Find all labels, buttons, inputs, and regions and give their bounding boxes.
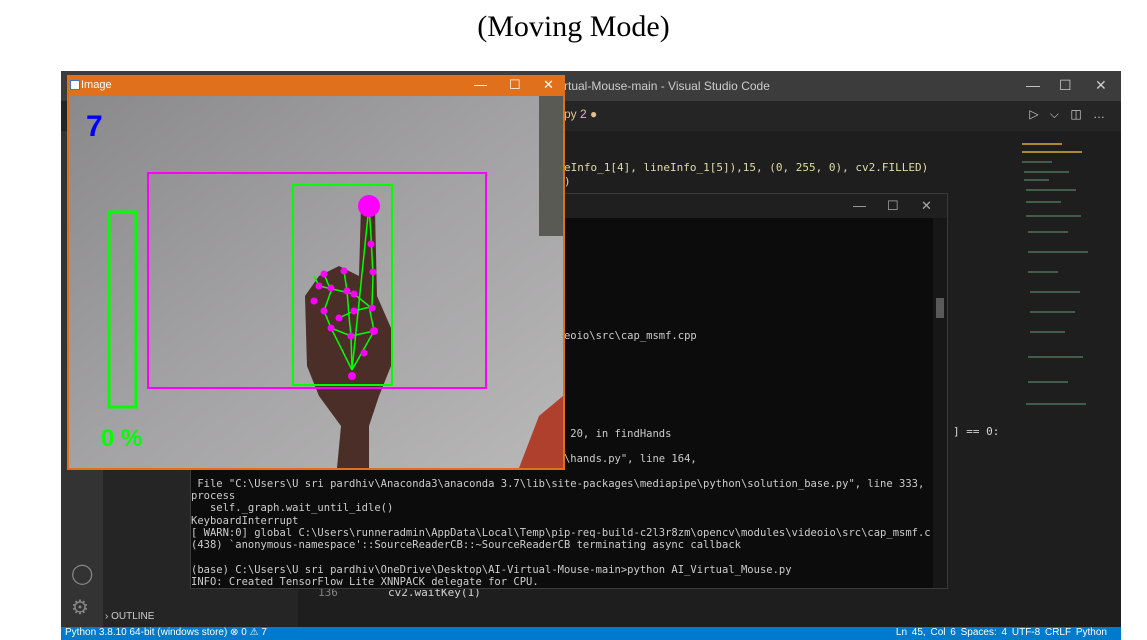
status-right[interactable]: Ln 45, Col 6 Spaces: 4 UTF-8 CRLF Python bbox=[896, 627, 1107, 638]
outline-section[interactable]: › OUTLINE bbox=[103, 611, 300, 627]
image-minimize-button[interactable]: — bbox=[474, 77, 487, 92]
camera-feed: 7 0 % bbox=[69, 96, 563, 468]
settings-gear-icon[interactable]: ⚙ bbox=[71, 595, 89, 620]
image-close-button[interactable]: ✕ bbox=[543, 77, 554, 93]
desktop-screenshot: rtual-Mouse-main - Visual Studio Code — … bbox=[61, 71, 1121, 640]
editor-actions-icons[interactable]: ▷ ⌵ ◫ … bbox=[1029, 107, 1109, 122]
terminal-line: INFO: Created TensorFlow Lite XNNPACK de… bbox=[191, 576, 539, 588]
terminal-line: self._graph.wait_until_idle() bbox=[191, 502, 394, 515]
terminal-minimize-button[interactable]: — bbox=[853, 198, 866, 213]
terminal-line: KeyboardInterrupt bbox=[191, 514, 299, 527]
vscode-minimize-button[interactable]: — bbox=[1026, 77, 1040, 93]
minimap[interactable] bbox=[1018, 131, 1098, 627]
window-icon bbox=[70, 80, 80, 90]
terminal-line: process bbox=[191, 489, 236, 502]
status-left[interactable]: Python 3.8.10 64-bit (windows store) ⊗ 0… bbox=[65, 627, 267, 638]
terminal-line: File "C:\Users\U sri pardhiv\Anaconda3\a… bbox=[191, 477, 931, 490]
volume-percent-label: 0 % bbox=[101, 425, 142, 452]
figure-caption: (Moving Mode) bbox=[477, 10, 670, 43]
account-icon[interactable]: ◯ bbox=[71, 561, 93, 586]
code-line: eInfo_1[4], lineInfo_1[5]),15, (0, 255, … bbox=[564, 161, 929, 174]
vscode-close-button[interactable]: ✕ bbox=[1095, 77, 1107, 94]
image-window-title: Image bbox=[81, 79, 112, 91]
terminal-line: (base) C:\Users\U sri pardhiv\OneDrive\D… bbox=[191, 563, 792, 576]
vscode-window-title: rtual-Mouse-main - Visual Studio Code bbox=[564, 79, 770, 93]
terminal-maximize-button[interactable]: ☐ bbox=[887, 198, 899, 214]
image-window-titlebar: Image — ☐ ✕ bbox=[67, 75, 565, 95]
editor-tab[interactable]: py 2 ● bbox=[564, 107, 597, 121]
fps-counter: 7 bbox=[86, 110, 103, 143]
status-bar: Python 3.8.10 64-bit (windows store) ⊗ 0… bbox=[61, 627, 1121, 640]
opencv-image-window: Image — ☐ ✕ 7 0 % bbox=[67, 75, 565, 470]
scroll-thumb[interactable] bbox=[936, 298, 944, 318]
terminal-line: (438) `anonymous-namespace'::SourceReade… bbox=[191, 539, 741, 552]
terminal-scrollbar[interactable] bbox=[933, 218, 947, 588]
terminal-line: [ WARN:0] global C:\Users\runneradmin\Ap… bbox=[191, 526, 931, 539]
image-maximize-button[interactable]: ☐ bbox=[509, 77, 521, 93]
vscode-maximize-button[interactable]: ☐ bbox=[1059, 77, 1072, 94]
terminal-close-button[interactable]: ✕ bbox=[921, 198, 932, 214]
door-frame bbox=[539, 96, 563, 236]
code-overflow-text: ] == 0: bbox=[953, 425, 1000, 438]
